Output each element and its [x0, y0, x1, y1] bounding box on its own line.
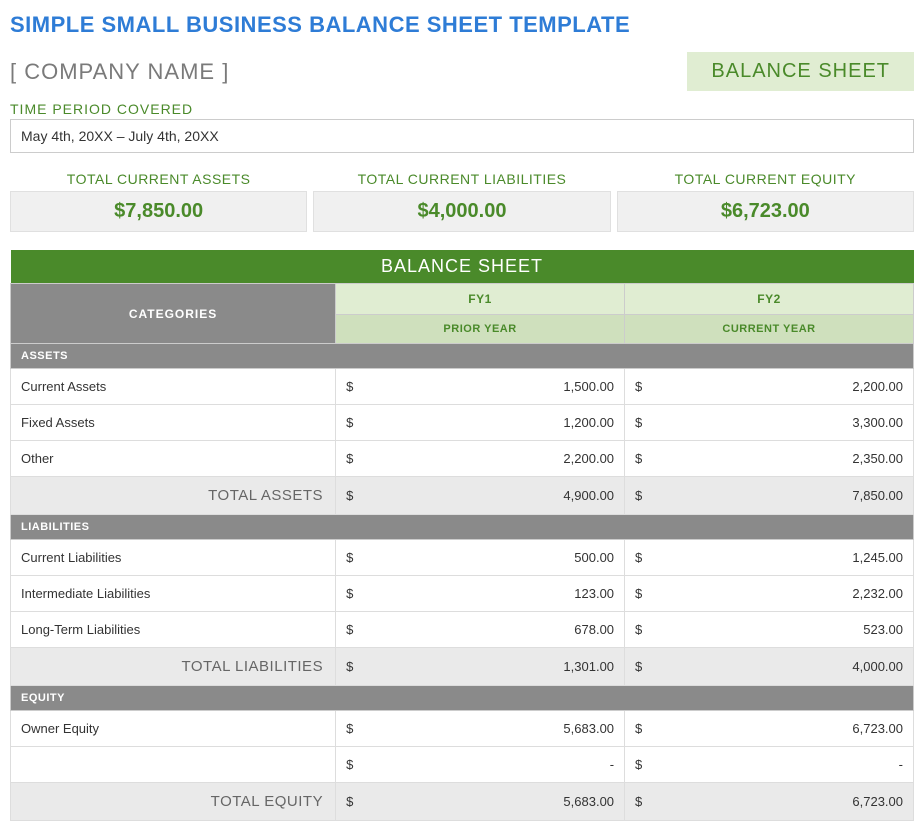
- fy1-header: FY1: [336, 284, 625, 315]
- row-label: Long-Term Liabilities: [11, 612, 336, 648]
- row-fy2[interactable]: $2,232.00: [625, 576, 914, 612]
- table-row: Long-Term Liabilities $678.00 $523.00: [11, 612, 914, 648]
- liabilities-header: LIABILITIES: [11, 515, 914, 540]
- row-fy2[interactable]: $1,245.00: [625, 540, 914, 576]
- assets-section-header: ASSETS: [11, 344, 914, 369]
- total-assets-label: TOTAL ASSETS: [11, 477, 336, 515]
- table-row: Intermediate Liabilities $123.00 $2,232.…: [11, 576, 914, 612]
- page-title: SIMPLE SMALL BUSINESS BALANCE SHEET TEMP…: [10, 12, 914, 38]
- row-label: Current Assets: [11, 369, 336, 405]
- total-assets-fy1: $4,900.00: [336, 477, 625, 515]
- categories-header: CATEGORIES: [11, 284, 336, 344]
- row-label: Current Liabilities: [11, 540, 336, 576]
- row-fy2[interactable]: $523.00: [625, 612, 914, 648]
- table-row: Current Assets $1,500.00 $2,200.00: [11, 369, 914, 405]
- summary-assets: TOTAL CURRENT ASSETS $7,850.00: [10, 171, 307, 232]
- row-fy1[interactable]: $2,200.00: [336, 441, 625, 477]
- table-row: $- $-: [11, 747, 914, 783]
- header-row: [ COMPANY NAME ] BALANCE SHEET: [10, 52, 914, 91]
- table-title: BALANCE SHEET: [11, 250, 914, 284]
- row-fy2[interactable]: $6,723.00: [625, 711, 914, 747]
- liabilities-section-header: LIABILITIES: [11, 515, 914, 540]
- company-name: [ COMPANY NAME ]: [10, 59, 229, 85]
- summary-liabilities-value: $4,000.00: [313, 191, 610, 232]
- table-fy-row: CATEGORIES FY1 FY2: [11, 284, 914, 315]
- total-assets-row: TOTAL ASSETS $4,900.00 $7,850.00: [11, 477, 914, 515]
- time-period-value[interactable]: May 4th, 20XX – July 4th, 20XX: [10, 119, 914, 153]
- row-label: Owner Equity: [11, 711, 336, 747]
- summary-row: TOTAL CURRENT ASSETS $7,850.00 TOTAL CUR…: [10, 171, 914, 232]
- summary-assets-value: $7,850.00: [10, 191, 307, 232]
- row-fy1[interactable]: $1,500.00: [336, 369, 625, 405]
- balance-sheet-badge: BALANCE SHEET: [687, 52, 914, 91]
- total-liabilities-fy1: $1,301.00: [336, 648, 625, 686]
- equity-header: EQUITY: [11, 686, 914, 711]
- row-label: Fixed Assets: [11, 405, 336, 441]
- table-title-row: BALANCE SHEET: [11, 250, 914, 284]
- row-fy1[interactable]: $123.00: [336, 576, 625, 612]
- total-equity-fy2: $6,723.00: [625, 783, 914, 821]
- summary-equity-label: TOTAL CURRENT EQUITY: [617, 171, 914, 187]
- table-row: Other $2,200.00 $2,350.00: [11, 441, 914, 477]
- summary-liabilities-label: TOTAL CURRENT LIABILITIES: [313, 171, 610, 187]
- total-liabilities-label: TOTAL LIABILITIES: [11, 648, 336, 686]
- summary-equity-value: $6,723.00: [617, 191, 914, 232]
- row-label: [11, 747, 336, 783]
- balance-sheet-table: BALANCE SHEET CATEGORIES FY1 FY2 PRIOR Y…: [10, 250, 914, 821]
- current-year-header: CURRENT YEAR: [625, 315, 914, 344]
- row-fy1[interactable]: $1,200.00: [336, 405, 625, 441]
- row-fy1[interactable]: $678.00: [336, 612, 625, 648]
- table-row: Current Liabilities $500.00 $1,245.00: [11, 540, 914, 576]
- fy2-header: FY2: [625, 284, 914, 315]
- equity-section-header: EQUITY: [11, 686, 914, 711]
- summary-assets-label: TOTAL CURRENT ASSETS: [10, 171, 307, 187]
- row-label: Intermediate Liabilities: [11, 576, 336, 612]
- summary-liabilities: TOTAL CURRENT LIABILITIES $4,000.00: [313, 171, 610, 232]
- summary-equity: TOTAL CURRENT EQUITY $6,723.00: [617, 171, 914, 232]
- table-row: Owner Equity $5,683.00 $6,723.00: [11, 711, 914, 747]
- row-fy2[interactable]: $2,200.00: [625, 369, 914, 405]
- total-assets-fy2: $7,850.00: [625, 477, 914, 515]
- total-equity-fy1: $5,683.00: [336, 783, 625, 821]
- total-liabilities-fy2: $4,000.00: [625, 648, 914, 686]
- row-fy2[interactable]: $3,300.00: [625, 405, 914, 441]
- prior-year-header: PRIOR YEAR: [336, 315, 625, 344]
- row-fy1[interactable]: $500.00: [336, 540, 625, 576]
- row-fy1[interactable]: $-: [336, 747, 625, 783]
- table-row: Fixed Assets $1,200.00 $3,300.00: [11, 405, 914, 441]
- total-liabilities-row: TOTAL LIABILITIES $1,301.00 $4,000.00: [11, 648, 914, 686]
- assets-header: ASSETS: [11, 344, 914, 369]
- time-period-label: TIME PERIOD COVERED: [10, 101, 914, 117]
- row-fy2[interactable]: $-: [625, 747, 914, 783]
- total-equity-label: TOTAL EQUITY: [11, 783, 336, 821]
- total-equity-row: TOTAL EQUITY $5,683.00 $6,723.00: [11, 783, 914, 821]
- row-label: Other: [11, 441, 336, 477]
- row-fy2[interactable]: $2,350.00: [625, 441, 914, 477]
- row-fy1[interactable]: $5,683.00: [336, 711, 625, 747]
